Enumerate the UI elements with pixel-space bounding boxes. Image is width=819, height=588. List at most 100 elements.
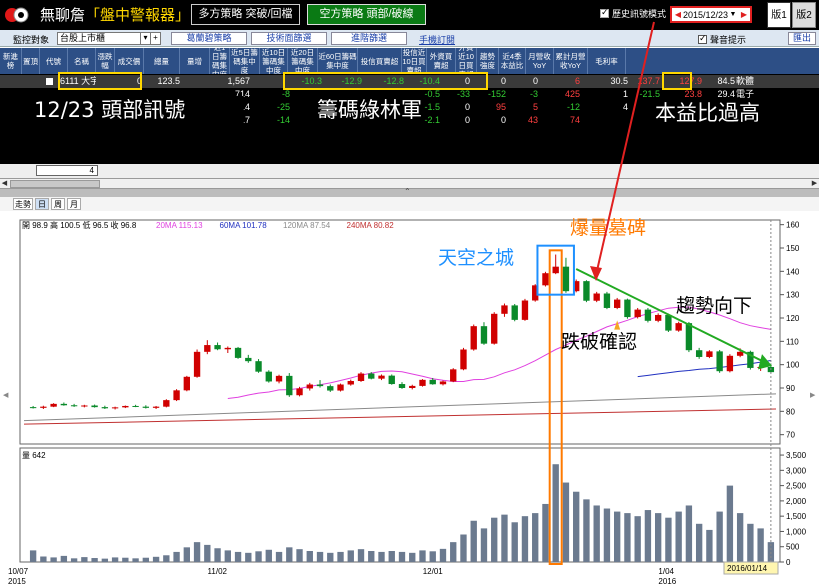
- scroll-thumb[interactable]: [10, 180, 100, 188]
- candle-body: [542, 273, 549, 286]
- col-header-20[interactable]: 累計月營收YoY: [554, 48, 588, 74]
- candle-body: [501, 305, 508, 314]
- volume-bar: [316, 551, 324, 562]
- row-count: 4: [36, 165, 98, 176]
- sound-alert-toggle[interactable]: 聲音提示: [698, 33, 746, 46]
- history-mode-checkbox[interactable]: [600, 7, 609, 18]
- prev-date-icon[interactable]: ◀: [673, 9, 683, 20]
- short-strategy-button[interactable]: 空方策略 頭部/破線: [307, 4, 426, 25]
- col-header-2[interactable]: 代號: [40, 48, 68, 74]
- volume-bar: [470, 520, 477, 562]
- history-date-picker[interactable]: ◀ ▼ ▶: [670, 6, 752, 23]
- long-strategy-button[interactable]: 多方策略 突破/回檔: [191, 4, 300, 25]
- col-header-15[interactable]: 外資買賣超: [427, 48, 456, 74]
- volume-bar: [429, 551, 436, 562]
- candle-body: [429, 379, 436, 385]
- col-header-18[interactable]: 近4季本益比: [499, 48, 526, 74]
- annotation-tombstone: 爆量墓碑: [570, 217, 646, 239]
- candle-body: [224, 347, 231, 350]
- col-header-13[interactable]: 投信買賣超: [358, 48, 402, 74]
- y-tick-label: 110: [786, 337, 799, 346]
- volume-bar: [368, 551, 375, 562]
- monitor-label: 監控對象: [13, 35, 50, 45]
- table-row[interactable]: 714 -8 -0.5 -33 -152 -3 425 1 -21.5 23.8 29.4 電子: [0, 88, 819, 101]
- col-header-1[interactable]: 置頂: [22, 48, 40, 74]
- col-header-11[interactable]: 近20日籌碼集中度: [288, 48, 318, 74]
- candle-body: [583, 281, 590, 301]
- granville-strategy-button[interactable]: 葛蘭碧策略: [171, 32, 247, 45]
- dropdown-icon[interactable]: ▾: [140, 32, 150, 45]
- col-header-14[interactable]: 投信近10日買賣超: [402, 48, 427, 74]
- volume-bar: [357, 549, 365, 562]
- y-tick-label: 150: [786, 244, 800, 253]
- table-row[interactable]: 6111 大宇資 0 123.5 1,567 -10.3 -12.9 -12.8 -10.4 0…: [0, 75, 819, 88]
- annotation-break-confirm: 跌破確認: [561, 331, 637, 353]
- cell-chg: [96, 114, 142, 127]
- candle-body: [470, 326, 477, 350]
- left-scroll-icon[interactable]: ◀: [3, 392, 9, 399]
- col-header-21[interactable]: 毛利率: [588, 48, 626, 74]
- volume-bar: [163, 555, 170, 562]
- col-header-19[interactable]: 月營收YoY: [526, 48, 554, 74]
- add-icon[interactable]: +: [150, 32, 160, 45]
- col-header-8[interactable]: 近1日籌碼集中度: [210, 48, 230, 74]
- export-button[interactable]: 匯出: [788, 32, 816, 45]
- sound-checkbox[interactable]: [698, 33, 707, 44]
- candle-body: [245, 357, 252, 362]
- tab-weekly[interactable]: 周: [51, 198, 65, 210]
- vol-tick-label: 2,500: [786, 482, 807, 491]
- col-header-3[interactable]: 名稱: [68, 48, 96, 74]
- tab-layout-2[interactable]: 版2: [792, 2, 816, 28]
- y-tick-label: 120: [786, 314, 800, 323]
- candle-body: [296, 388, 303, 396]
- col-header-9[interactable]: 近5日籌碼集中度: [230, 48, 260, 74]
- candle-body: [193, 351, 201, 377]
- volume-bar: [29, 550, 37, 562]
- next-date-icon[interactable]: ▶: [739, 9, 749, 20]
- cell-fi: 43: [527, 115, 538, 125]
- x-tick-label: 12/01: [423, 567, 444, 576]
- col-header-10[interactable]: 近10日籌碼集中度: [260, 48, 288, 74]
- candle-body: [316, 384, 324, 387]
- volume-bar: [265, 549, 272, 562]
- candle-body: [685, 323, 693, 351]
- candle-body: [111, 407, 119, 409]
- table-row[interactable]: 517 -14 -2.1 0 0 43 74 22.8 電子: [0, 114, 819, 127]
- tab-intraday[interactable]: 走勢: [13, 198, 33, 210]
- cell-price: [142, 101, 180, 114]
- history-date-input[interactable]: [683, 9, 733, 20]
- y-tick-label: 130: [786, 291, 800, 300]
- candle-body: [716, 351, 723, 372]
- history-mode-toggle[interactable]: 歷史訊號模式: [600, 7, 666, 20]
- tab-monthly[interactable]: 月: [67, 198, 81, 210]
- cell-fi10: -12: [566, 102, 580, 112]
- chevron-down-icon[interactable]: ▼: [728, 9, 738, 20]
- tab-daily[interactable]: 日: [35, 198, 49, 210]
- technical-screen-button[interactable]: 技術面篩選: [251, 32, 327, 45]
- col-header-17[interactable]: 趨勢強度: [477, 48, 499, 74]
- monitor-select[interactable]: 台股上市櫃 ▾ +: [57, 32, 161, 45]
- col-header-5[interactable]: 成交價: [115, 48, 144, 74]
- right-scroll-icon[interactable]: ▶: [810, 392, 816, 399]
- tab-layout-1[interactable]: 版1: [767, 2, 791, 28]
- volume-bar: [50, 557, 57, 562]
- cell-c60: -2.1: [424, 115, 440, 125]
- splitter-grip-icon[interactable]: ⌃: [404, 187, 411, 196]
- candle-body: [521, 300, 529, 320]
- col-header-12[interactable]: 近60日籌碼集中度: [318, 48, 358, 74]
- col-header-0[interactable]: 新進榜: [0, 48, 22, 74]
- col-header-7[interactable]: 量增: [180, 48, 210, 74]
- table-row[interactable]: 1,214 -25 -1.5 0 95 5 -12 4 27.8 傳產: [0, 101, 819, 114]
- advanced-screen-button[interactable]: 進階篩選: [331, 32, 407, 45]
- scroll-left-icon[interactable]: ◀: [0, 179, 9, 188]
- panel-splitter[interactable]: ⌃: [0, 187, 819, 197]
- cell-it10: 0: [500, 115, 506, 125]
- col-header-16[interactable]: 外資近10日買賣超: [456, 48, 477, 74]
- mobile-subscribe-link[interactable]: 手機訂閱: [419, 33, 455, 46]
- scroll-right-icon[interactable]: ▶: [810, 179, 819, 188]
- col-header-4[interactable]: 漲跌幅: [96, 48, 115, 74]
- candle-body: [173, 390, 180, 401]
- col-header-6[interactable]: 總量: [144, 48, 180, 74]
- volume-bar: [81, 557, 88, 562]
- cell-it10: -152: [487, 89, 506, 99]
